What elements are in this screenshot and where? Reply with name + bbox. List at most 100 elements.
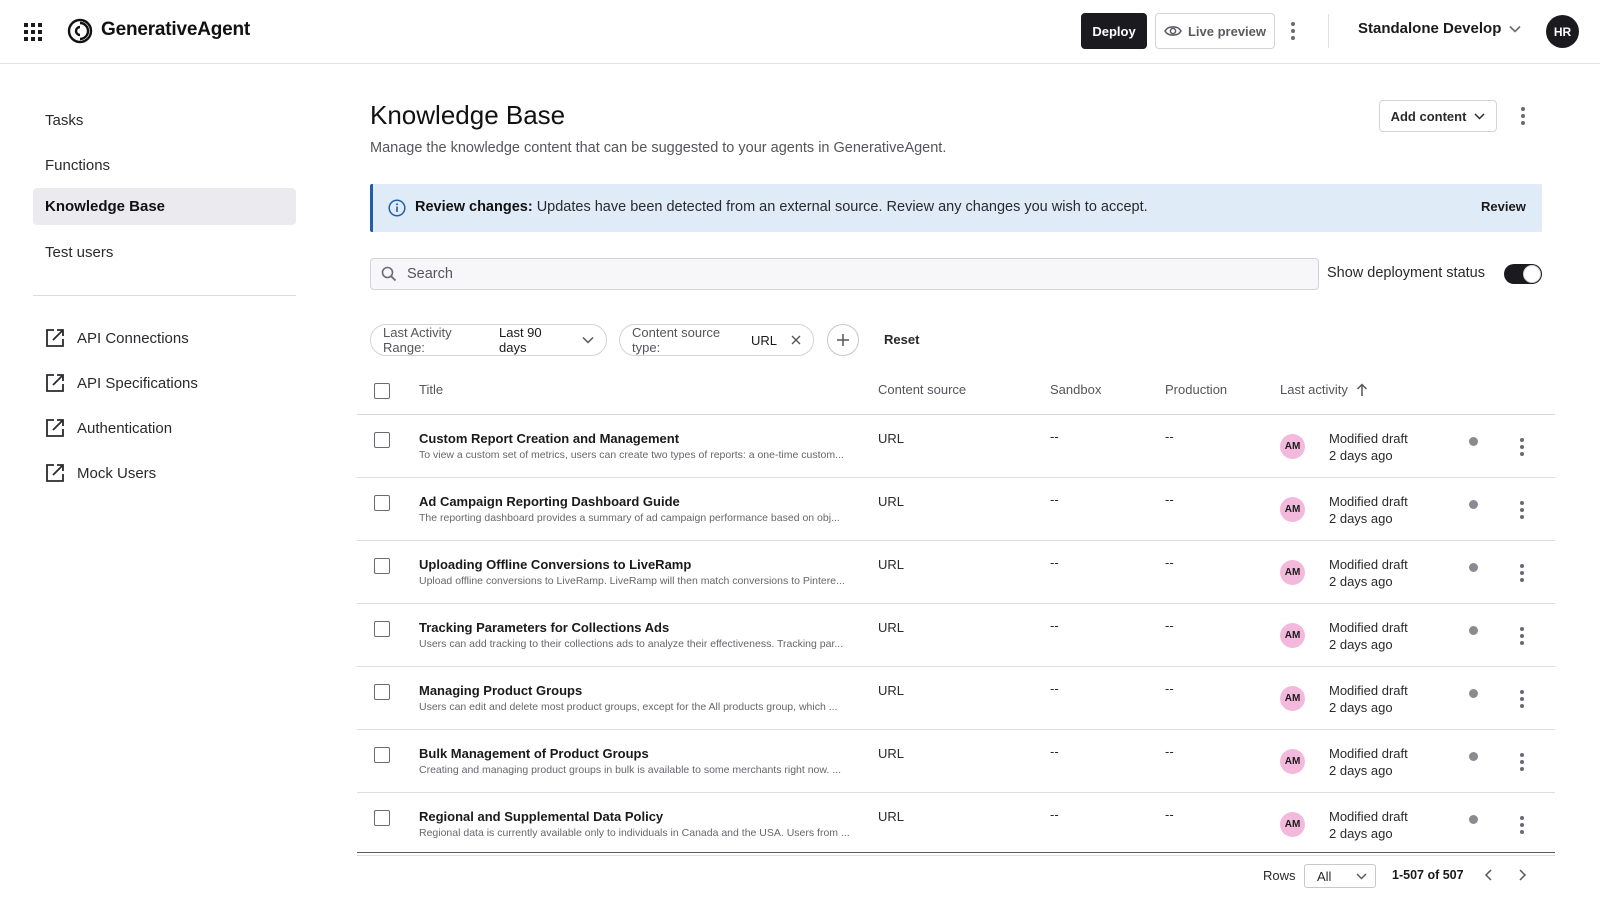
previous-page-icon[interactable]	[1481, 867, 1497, 883]
table-row[interactable]: Ad Campaign Reporting Dashboard Guide The…	[357, 478, 1555, 541]
table-row[interactable]: Regional and Supplemental Data Policy Reg…	[357, 793, 1555, 856]
review-button[interactable]: Review	[1481, 199, 1526, 214]
info-icon	[388, 199, 406, 217]
row-user-avatar: AM	[1280, 497, 1305, 522]
row-user-avatar: AM	[1280, 623, 1305, 648]
row-sandbox-status: --	[1050, 807, 1059, 822]
row-options-icon[interactable]	[1513, 561, 1531, 585]
row-sandbox-status: --	[1050, 429, 1059, 444]
filter-last-activity-range[interactable]: Last Activity Range: Last 90 days	[370, 324, 607, 356]
search-icon	[381, 266, 397, 282]
row-activity-time: 2 days ago	[1329, 700, 1393, 715]
row-activity: Modified draft	[1329, 683, 1408, 698]
row-status-dot	[1469, 815, 1478, 824]
column-header-sandbox[interactable]: Sandbox	[1050, 382, 1101, 397]
filter-value: Last 90 days	[498, 325, 542, 355]
environment-selector[interactable]: Standalone Develop	[1358, 20, 1521, 37]
sidebar-link-authentication[interactable]: Authentication	[45, 416, 172, 440]
row-checkbox[interactable]	[374, 747, 390, 763]
reset-filters-button[interactable]: Reset	[884, 332, 919, 347]
row-checkbox[interactable]	[374, 810, 390, 826]
column-header-last-activity[interactable]: Last activity	[1280, 382, 1368, 397]
row-options-icon[interactable]	[1513, 687, 1531, 711]
user-avatar[interactable]: HR	[1546, 15, 1579, 48]
add-content-label: Add content	[1390, 108, 1467, 124]
external-link-icon	[45, 463, 65, 483]
page-title: Knowledge Base	[370, 100, 566, 130]
top-bar: GenerativeAgent Deploy Live preview Stan…	[0, 0, 1600, 64]
select-all-checkbox[interactable]	[374, 383, 390, 399]
row-activity: Modified draft	[1329, 809, 1408, 824]
row-title[interactable]: Tracking Parameters for Collections Ads	[419, 620, 669, 635]
row-title[interactable]: Uploading Offline Conversions to LiveRam…	[419, 557, 691, 572]
rows-per-page-select[interactable]: All	[1304, 864, 1376, 888]
column-header-content-source[interactable]: Content source	[878, 382, 966, 397]
table-row[interactable]: Uploading Offline Conversions to LiveRam…	[357, 541, 1555, 604]
banner-message: Review changes: Updates have been detect…	[415, 199, 1148, 215]
sidebar-link-api-connections[interactable]: API Connections	[45, 326, 189, 350]
sidebar-item-tasks[interactable]: Tasks	[33, 102, 296, 139]
row-status-dot	[1469, 563, 1478, 572]
row-options-icon[interactable]	[1513, 813, 1531, 837]
sidebar-link-api-specifications[interactable]: API Specifications	[45, 371, 198, 395]
row-checkbox[interactable]	[374, 684, 390, 700]
row-title[interactable]: Managing Product Groups	[419, 683, 582, 698]
table-row[interactable]: Custom Report Creation and Management To …	[357, 415, 1555, 478]
row-content-source: URL	[878, 557, 905, 572]
sidebar-item-knowledge-base[interactable]: Knowledge Base	[33, 188, 296, 225]
row-description: Upload offline conversions to LiveRamp. …	[419, 575, 845, 587]
live-preview-button[interactable]: Live preview	[1155, 13, 1275, 49]
page-options-icon[interactable]	[1514, 104, 1532, 128]
chevron-down-icon	[1509, 25, 1521, 33]
row-title[interactable]: Bulk Management of Product Groups	[419, 746, 649, 761]
add-filter-button[interactable]	[827, 324, 859, 356]
row-content-source: URL	[878, 494, 905, 509]
next-page-icon[interactable]	[1514, 867, 1530, 883]
sidebar-link-label: Authentication	[77, 419, 173, 437]
row-description: Users can edit and delete most product g…	[419, 701, 838, 713]
row-content-source: URL	[878, 431, 905, 446]
table-row[interactable]: Managing Product Groups Users can edit an…	[357, 667, 1555, 730]
live-preview-label: Live preview	[1187, 23, 1267, 39]
app-grid-icon[interactable]	[22, 21, 44, 43]
column-header-production[interactable]: Production	[1165, 382, 1227, 397]
row-checkbox[interactable]	[374, 495, 390, 511]
row-production-status: --	[1165, 492, 1174, 507]
sidebar-item-functions[interactable]: Functions	[33, 147, 296, 184]
row-options-icon[interactable]	[1513, 435, 1531, 459]
row-checkbox[interactable]	[374, 432, 390, 448]
column-header-title[interactable]: Title	[419, 382, 443, 397]
row-production-status: --	[1165, 618, 1174, 633]
row-checkbox[interactable]	[374, 558, 390, 574]
more-options-icon[interactable]	[1284, 19, 1302, 43]
row-checkbox[interactable]	[374, 621, 390, 637]
row-options-icon[interactable]	[1513, 498, 1531, 522]
row-title[interactable]: Regional and Supplemental Data Policy	[419, 809, 663, 824]
row-options-icon[interactable]	[1513, 750, 1531, 774]
chevron-down-icon	[582, 336, 594, 344]
external-link-icon	[45, 328, 65, 348]
row-title[interactable]: Custom Report Creation and Management	[419, 431, 679, 446]
add-content-button[interactable]: Add content	[1379, 100, 1497, 132]
filter-content-source-type[interactable]: Content source type: URL	[619, 324, 814, 356]
deploy-button[interactable]: Deploy	[1081, 13, 1147, 49]
row-activity: Modified draft	[1329, 620, 1408, 635]
brand-name: GenerativeAgent	[101, 19, 251, 40]
sidebar-link-mock-users[interactable]: Mock Users	[45, 461, 156, 485]
row-title[interactable]: Ad Campaign Reporting Dashboard Guide	[419, 494, 680, 509]
row-options-icon[interactable]	[1513, 624, 1531, 648]
filter-label: Last Activity Range:	[383, 325, 452, 355]
row-user-avatar: AM	[1280, 686, 1305, 711]
sidebar-item-test-users[interactable]: Test users	[33, 234, 296, 271]
toggle-knob	[1523, 265, 1541, 283]
row-sandbox-status: --	[1050, 492, 1059, 507]
table-row[interactable]: Tracking Parameters for Collections Ads U…	[357, 604, 1555, 667]
deployment-status-label: Show deployment status	[1327, 265, 1485, 281]
search-input[interactable]	[407, 259, 1307, 289]
row-status-dot	[1469, 626, 1478, 635]
deployment-status-toggle[interactable]	[1504, 264, 1542, 284]
table-row[interactable]: Bulk Management of Product Groups Creatin…	[357, 730, 1555, 793]
row-content-source: URL	[878, 746, 905, 761]
close-icon[interactable]	[791, 335, 801, 345]
review-changes-banner: Review changes: Updates have been detect…	[370, 184, 1542, 232]
